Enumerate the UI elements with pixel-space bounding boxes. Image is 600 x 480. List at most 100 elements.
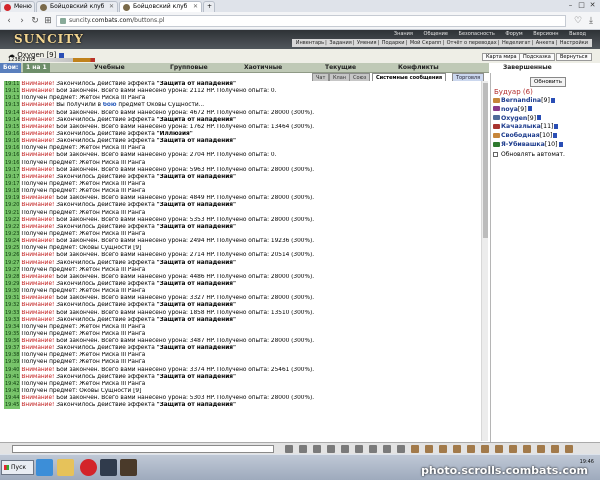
auto-update-checkbox[interactable] <box>493 152 498 157</box>
settings-icon[interactable] <box>369 445 377 453</box>
tab-finished[interactable]: Завершенные <box>503 63 552 73</box>
swords-icon[interactable] <box>120 459 137 476</box>
user-entry[interactable]: Я-Убивашка[10] <box>493 141 563 149</box>
menu-transfers[interactable]: Отчёт о переводах <box>447 40 497 46</box>
log-scroll-thumb[interactable] <box>483 83 488 238</box>
chat-input[interactable] <box>12 445 274 453</box>
maximize-icon[interactable]: □ <box>576 0 587 11</box>
user-name[interactable]: Качазлыка <box>501 123 541 130</box>
menu-profile[interactable]: Анкета <box>536 40 555 46</box>
pick-icon[interactable] <box>411 445 419 453</box>
info-icon[interactable] <box>550 97 555 103</box>
menu-settings[interactable]: Настройки <box>560 40 588 46</box>
forward-arrow-icon[interactable]: › <box>16 15 28 27</box>
menu-exit[interactable]: Выход <box>569 31 586 37</box>
log-scrollbar[interactable] <box>481 81 488 441</box>
browser-tab-combats-2[interactable]: Бойцовский клуб ✕ <box>119 1 202 12</box>
download-icon[interactable]: ⤓ <box>585 15 597 27</box>
browser-tab-combats-1[interactable]: Бойцовский клуб ✕ <box>36 1 118 12</box>
auto-update-toggle[interactable]: Обновлять автомат. <box>493 151 565 158</box>
menu-quests[interactable]: Задания <box>329 40 351 46</box>
ie-icon[interactable] <box>36 459 53 476</box>
log-fight-link[interactable]: бою <box>103 102 117 108</box>
gem-icon[interactable] <box>467 445 475 453</box>
elixir-icon[interactable] <box>453 445 461 453</box>
user-entry[interactable]: Bernandina[9] <box>493 97 555 105</box>
ring-icon[interactable] <box>481 445 489 453</box>
tab-chat[interactable]: Чат <box>312 73 330 81</box>
tab-group[interactable]: Групповые <box>170 63 208 73</box>
tab-union[interactable]: Союз <box>349 73 371 81</box>
menu-communication[interactable]: Общение <box>424 31 448 37</box>
close-window-icon[interactable]: ✕ <box>587 0 598 11</box>
menu-inventory[interactable]: Инвентарь <box>296 40 324 46</box>
private-message-icon[interactable] <box>493 132 500 138</box>
rune-icon[interactable] <box>495 445 503 453</box>
bookmark-heart-icon[interactable]: ♡ <box>572 15 584 27</box>
menu-versions[interactable]: Версионн <box>533 31 558 37</box>
tab-trade[interactable]: Торговля <box>452 73 485 81</box>
tab-1v1[interactable]: 1 на 1 <box>23 63 50 73</box>
return-button[interactable]: Вернуться <box>556 53 592 61</box>
chat-icon[interactable] <box>383 445 391 453</box>
coin-icon[interactable] <box>551 445 559 453</box>
arrow-icon[interactable] <box>565 445 573 453</box>
user-entry[interactable]: Oxygen[9] <box>493 115 542 123</box>
info-icon[interactable] <box>558 141 563 147</box>
filter-icon[interactable] <box>341 445 349 453</box>
user-entry[interactable]: Качазлыка[11] <box>493 123 559 131</box>
private-message-icon[interactable] <box>493 97 500 103</box>
font-icon[interactable] <box>299 445 307 453</box>
folder-icon[interactable] <box>57 459 74 476</box>
tab-training[interactable]: Учебные <box>94 63 125 73</box>
hint-button[interactable]: Подсказка <box>519 53 555 61</box>
smile-icon[interactable] <box>285 445 293 453</box>
private-message-icon[interactable] <box>493 106 500 112</box>
refresh-button[interactable]: Обновить <box>530 77 566 87</box>
speed-dial-icon[interactable]: ⊞ <box>42 15 54 27</box>
menu-skills[interactable]: Умения <box>357 40 376 46</box>
user-name[interactable]: Я-Убивашка <box>501 141 545 148</box>
spell-icon[interactable] <box>509 445 517 453</box>
tab-clan[interactable]: Клан <box>329 73 351 81</box>
user-name[interactable]: Bernandina <box>501 97 541 104</box>
menu-delegate[interactable]: Неделигат <box>502 40 530 46</box>
menu-knowledge[interactable]: Знания <box>394 31 413 37</box>
potion-icon[interactable] <box>439 445 447 453</box>
close-icon[interactable]: ✕ <box>109 2 114 12</box>
private-message-icon[interactable] <box>493 123 500 129</box>
user-name[interactable]: Oxygen <box>501 115 527 122</box>
info-icon[interactable] <box>537 115 542 121</box>
tab-chaotic[interactable]: Хаотичные <box>244 63 282 73</box>
start-button[interactable]: Пуск <box>1 460 34 475</box>
sound-icon[interactable] <box>355 445 363 453</box>
tab-fights[interactable]: Бои: <box>0 63 22 73</box>
fight-icon[interactable] <box>397 445 405 453</box>
menu-security[interactable]: Безопасность <box>459 31 495 37</box>
info-icon[interactable] <box>553 132 558 138</box>
new-tab-button[interactable]: + <box>203 1 215 12</box>
private-message-icon[interactable] <box>493 115 500 121</box>
menu-scrapbook[interactable]: Мой Скрапп <box>410 40 442 46</box>
user-entry[interactable]: noya[9] <box>493 106 532 114</box>
scroll-icon[interactable] <box>425 445 433 453</box>
key-icon[interactable] <box>537 445 545 453</box>
tab-system-messages[interactable]: Системные сообщения <box>372 73 447 81</box>
user-name[interactable]: Свободная <box>501 132 540 139</box>
card-icon[interactable] <box>523 445 531 453</box>
user-name[interactable]: noya <box>501 106 518 113</box>
info-icon[interactable] <box>527 106 532 112</box>
opera-icon[interactable] <box>80 459 97 476</box>
user-entry[interactable]: Свободная[10] <box>493 132 558 140</box>
close-icon[interactable]: ✕ <box>193 2 198 12</box>
minimize-icon[interactable]: – <box>565 0 576 11</box>
browser-tab-menu[interactable]: Меню <box>0 1 35 12</box>
translit-icon[interactable] <box>313 445 321 453</box>
menu-forum[interactable]: Форум <box>505 31 522 37</box>
reload-icon[interactable]: ↻ <box>29 15 41 27</box>
tab-current[interactable]: Текущие <box>325 63 356 73</box>
world-map-button[interactable]: Карта мира <box>482 53 521 61</box>
menu-gifts[interactable]: Подарки <box>382 40 405 46</box>
clear-icon[interactable] <box>327 445 335 453</box>
private-message-icon[interactable] <box>493 141 500 147</box>
